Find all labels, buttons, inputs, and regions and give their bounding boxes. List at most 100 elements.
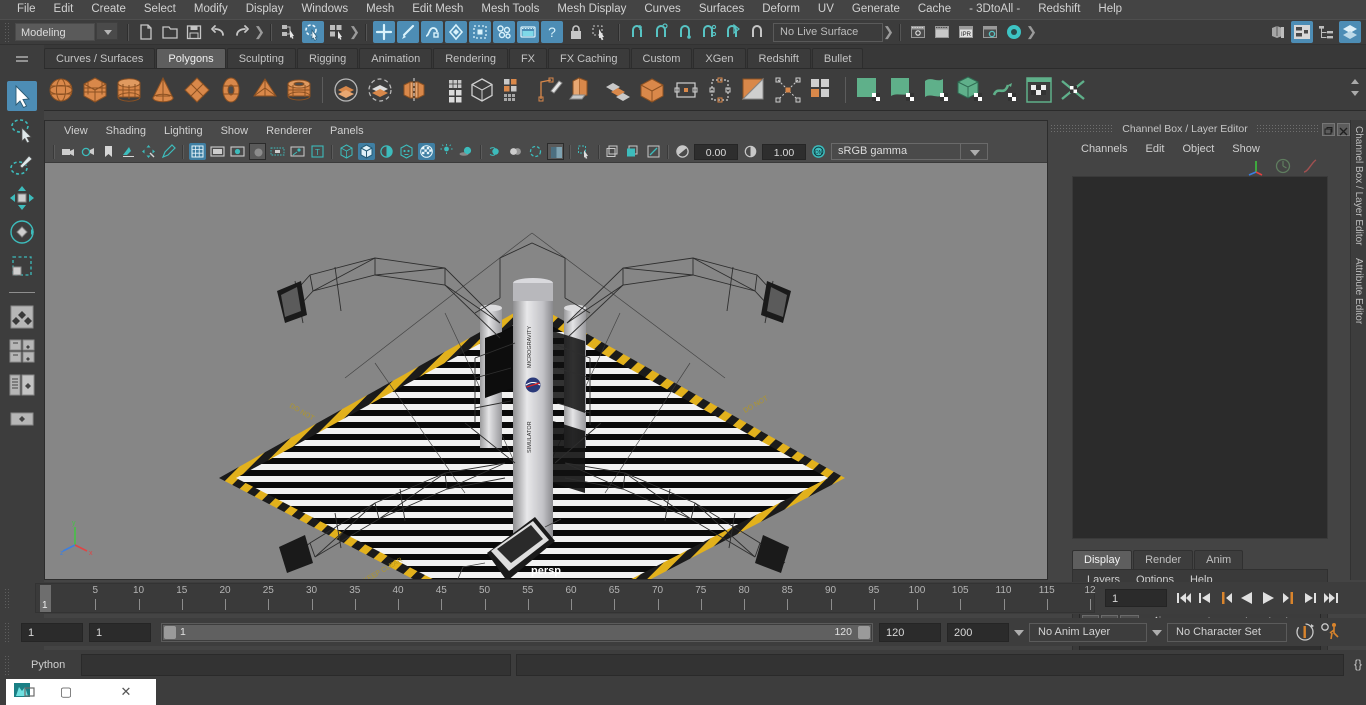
hypershade-icon[interactable] <box>1003 21 1025 43</box>
range-start-time-field[interactable]: 1 <box>89 623 151 642</box>
rotate-tool[interactable] <box>7 217 37 247</box>
menu-display[interactable]: Display <box>237 0 293 19</box>
toolbox-collapse-icon[interactable] <box>8 47 36 73</box>
shelf-tab-custom[interactable]: Custom <box>631 48 693 68</box>
exposure-value-field[interactable]: 0.00 <box>694 144 738 160</box>
menu-mesh-display[interactable]: Mesh Display <box>548 0 635 19</box>
render-settings-icon[interactable] <box>979 21 1001 43</box>
channel-box-menu-object[interactable]: Object <box>1173 143 1223 155</box>
screen-space-ao-icon[interactable] <box>458 143 475 160</box>
poly-pyramid-icon[interactable] <box>248 73 282 107</box>
menu-mesh[interactable]: Mesh <box>357 0 403 19</box>
boolean-icon[interactable] <box>465 73 499 107</box>
lasso-select-tool[interactable] <box>7 115 37 145</box>
command-input-field[interactable] <box>81 654 511 676</box>
shelf-tab-animation[interactable]: Animation <box>359 48 432 68</box>
menu-generate[interactable]: Generate <box>843 0 909 19</box>
current-frame-field[interactable]: 1 <box>1105 589 1167 607</box>
poly-plane-icon[interactable] <box>180 73 214 107</box>
time-slider-ruler[interactable]: 1 51015202530354045505560657075808590951… <box>35 583 1095 613</box>
viewport-menu-shading[interactable]: Shading <box>97 125 155 137</box>
blinn-icon[interactable] <box>920 73 954 107</box>
two-panes-side-layout[interactable] <box>7 336 37 366</box>
poly-torus-icon[interactable] <box>214 73 248 107</box>
color-management-toggle-icon[interactable]: ON <box>810 143 827 160</box>
bookmark-icon[interactable] <box>100 143 117 160</box>
append-polygon-icon[interactable] <box>737 73 771 107</box>
auto-key-icon[interactable] <box>1293 621 1317 643</box>
live-surface-field[interactable]: No Live Surface <box>773 23 883 42</box>
sculpt-geometry-icon[interactable] <box>329 73 363 107</box>
new-material-icon[interactable] <box>852 73 886 107</box>
go-to-start-icon[interactable] <box>1175 589 1193 607</box>
range-end-time-field[interactable]: 120 <box>879 623 941 642</box>
persp-graph-editor-layout[interactable] <box>7 404 37 434</box>
select-by-component-icon[interactable] <box>326 21 348 43</box>
layer-tab-render[interactable]: Render <box>1133 550 1193 569</box>
menu-curves[interactable]: Curves <box>635 0 689 19</box>
quad-draw-icon[interactable] <box>533 73 567 107</box>
scale-tool[interactable] <box>7 251 37 281</box>
gamma-value-field[interactable]: 1.00 <box>762 144 806 160</box>
camera-attributes-icon[interactable] <box>80 143 97 160</box>
ipr-render-icon[interactable]: IPR <box>955 21 977 43</box>
shelf-tab-polygons[interactable]: Polygons <box>156 48 225 68</box>
view-transform-field[interactable]: sRGB gamma <box>831 143 961 160</box>
command-output-field[interactable] <box>516 654 1344 676</box>
select-by-hierarchy-icon[interactable] <box>278 21 300 43</box>
channel-box-menu-show[interactable]: Show <box>1223 143 1269 155</box>
phong-icon[interactable] <box>954 73 988 107</box>
menu-help[interactable]: Help <box>1089 0 1131 19</box>
view-transform-dropdown-arrow[interactable] <box>960 143 988 160</box>
command-language-label[interactable]: Python <box>31 659 81 671</box>
shelf-tab-sculpting[interactable]: Sculpting <box>227 48 296 68</box>
expand-file-group-icon[interactable]: ❯ <box>254 24 264 40</box>
select-by-object-icon[interactable] <box>302 21 324 43</box>
shelf-tab-rigging[interactable]: Rigging <box>297 48 358 68</box>
select-camera-icon[interactable] <box>60 143 77 160</box>
play-forwards-icon[interactable] <box>1259 589 1277 607</box>
menu-cache[interactable]: Cache <box>909 0 960 19</box>
menu-deform[interactable]: Deform <box>753 0 809 19</box>
poly-sphere-icon[interactable] <box>44 73 78 107</box>
soft-select-icon[interactable] <box>363 73 397 107</box>
move-tool[interactable] <box>7 183 37 213</box>
range-slider-grip[interactable] <box>4 622 11 642</box>
select-tool[interactable] <box>7 81 37 111</box>
snap-grid-icon[interactable] <box>373 21 395 43</box>
crease-tool-icon[interactable] <box>771 73 805 107</box>
snap-projected-center-icon[interactable] <box>469 21 491 43</box>
viewport-menu-renderer[interactable]: Renderer <box>257 125 321 137</box>
lock-icon[interactable] <box>565 21 587 43</box>
xray-joints-toggle-icon[interactable] <box>625 143 642 160</box>
xray-icon[interactable] <box>605 143 622 160</box>
channel-box-menu-channels[interactable]: Channels <box>1072 143 1136 155</box>
anim-layer-selector[interactable]: No Anim Layer <box>1029 623 1147 642</box>
menu-edit[interactable]: Edit <box>45 0 83 19</box>
paint-select-tool[interactable] <box>7 149 37 179</box>
render-view-icon[interactable] <box>907 21 929 43</box>
snap-to-grids-icon[interactable] <box>626 21 648 43</box>
panel-close-button[interactable] <box>1337 123 1350 136</box>
range-end-handle[interactable] <box>858 626 870 639</box>
snap-make-live-icon[interactable] <box>493 21 515 43</box>
shelf-scroll-arrows[interactable] <box>1348 73 1362 107</box>
close-icon[interactable]: ✕ <box>96 684 156 700</box>
shelf-tab-rendering[interactable]: Rendering <box>433 48 508 68</box>
combine-icon[interactable] <box>431 73 465 107</box>
viewport-3d-canvas[interactable]: MICROGRAVITY SIMULATOR <box>45 163 1047 579</box>
new-scene-icon[interactable] <box>135 21 157 43</box>
shelf-tab-fx[interactable]: FX <box>509 48 547 68</box>
anisotropic-icon[interactable] <box>988 73 1022 107</box>
menu-redshift[interactable]: Redshift <box>1029 0 1089 19</box>
xray-active-components-icon[interactable] <box>645 143 662 160</box>
render-sequence-icon[interactable] <box>517 21 539 43</box>
textured-icon[interactable] <box>398 143 415 160</box>
film-origin-icon[interactable] <box>269 143 286 160</box>
step-back-frame-icon[interactable] <box>1196 589 1214 607</box>
snap-to-curves-icon[interactable] <box>650 21 672 43</box>
shadows-icon[interactable] <box>438 143 455 160</box>
selection-constraint-icon[interactable] <box>589 21 611 43</box>
mirror-geometry-icon[interactable] <box>397 73 431 107</box>
use-all-lights-icon[interactable] <box>418 143 435 160</box>
